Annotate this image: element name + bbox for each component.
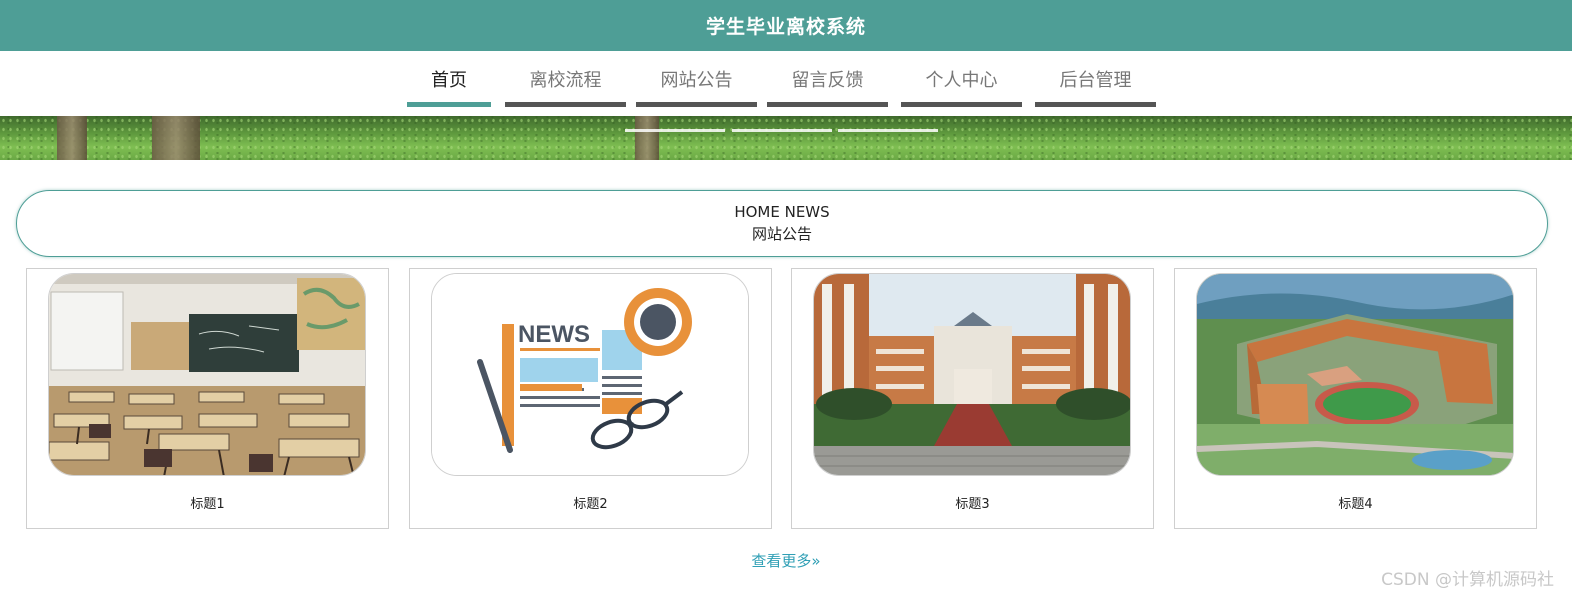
banner-image	[0, 116, 1572, 160]
news-image-classroom[interactable]	[48, 273, 366, 476]
grass-texture	[0, 116, 1572, 160]
tree-trunk	[57, 116, 87, 160]
banner-indicator[interactable]	[838, 129, 938, 132]
app-header: 学生毕业离校系统	[0, 0, 1572, 51]
nav-item-profile[interactable]: 个人中心	[901, 51, 1022, 107]
nav-item-label: 留言反馈	[791, 70, 864, 91]
news-caption[interactable]: 标题1	[27, 493, 388, 512]
tree-trunk	[635, 116, 659, 160]
nav-active-bar	[407, 102, 491, 107]
news-caption[interactable]: 标题2	[410, 493, 771, 512]
news-image-aerial[interactable]	[1196, 273, 1514, 476]
nav-bar	[505, 102, 626, 107]
nav-bar	[636, 102, 757, 107]
news-caption[interactable]: 标题3	[792, 493, 1153, 512]
nav-item-label: 个人中心	[925, 70, 998, 91]
nav-item-home[interactable]: 首页	[407, 51, 491, 107]
news-card[interactable]: 标题1	[26, 268, 389, 529]
nav-bar	[901, 102, 1022, 107]
nav-item-admin[interactable]: 后台管理	[1035, 51, 1156, 107]
nav-item-label: 后台管理	[1059, 70, 1132, 91]
news-card[interactable]: 标题3	[791, 268, 1154, 529]
news-image-news[interactable]: NEWS	[431, 273, 749, 476]
banner-indicator[interactable]	[625, 129, 725, 132]
nav-item-process[interactable]: 离校流程	[505, 51, 626, 107]
nav-item-announcements[interactable]: 网站公告	[636, 51, 757, 107]
section-title-cn: 网站公告	[751, 225, 812, 243]
view-more-link[interactable]: 查看更多»	[0, 550, 1572, 571]
svg-text:NEWS: NEWS	[518, 321, 590, 348]
tree-trunk	[152, 116, 200, 160]
nav-item-label: 网站公告	[660, 70, 733, 91]
section-title-en: HOME NEWS	[734, 203, 830, 221]
nav-bar	[1035, 102, 1156, 107]
nav-item-feedback[interactable]: 留言反馈	[767, 51, 888, 107]
nav-item-label: 首页	[431, 70, 467, 91]
main-nav: 首页 离校流程 网站公告 留言反馈 个人中心 后台管理	[0, 51, 1572, 116]
news-caption[interactable]: 标题4	[1175, 493, 1536, 512]
news-image-campus[interactable]	[813, 273, 1131, 476]
news-card[interactable]: 标题4	[1174, 268, 1537, 529]
banner-indicator[interactable]	[732, 129, 832, 132]
section-header: HOME NEWS 网站公告	[16, 190, 1548, 257]
news-card[interactable]: NEWS 标题2	[409, 268, 772, 529]
site-title: 学生毕业离校系统	[705, 16, 866, 38]
nav-bar	[767, 102, 888, 107]
watermark-text: CSDN @计算机源码社	[1381, 570, 1554, 590]
nav-item-label: 离校流程	[529, 70, 602, 91]
